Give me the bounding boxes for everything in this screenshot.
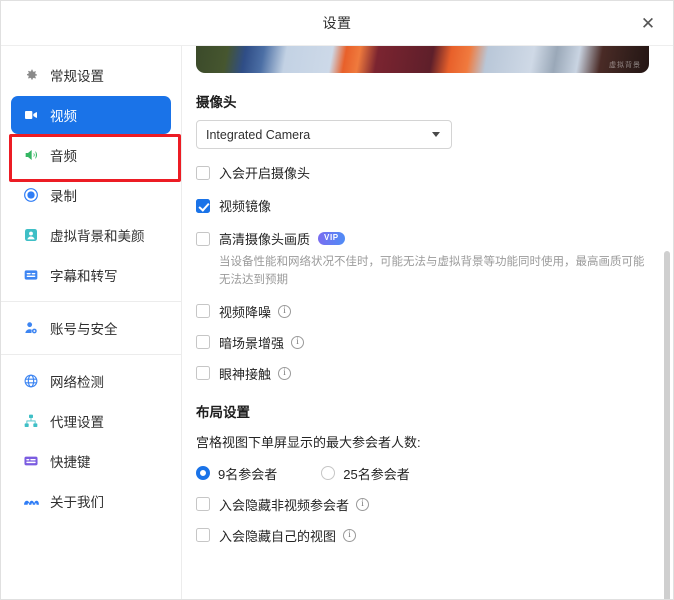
- radio-row-25-participants[interactable]: 25名参会者: [321, 464, 410, 483]
- sidebar-item-label: 虚拟背景和美颜: [50, 229, 145, 244]
- sidebar-item-label: 快捷键: [50, 455, 91, 470]
- checkbox-label: 入会隐藏自己的视图: [219, 528, 337, 544]
- sidebar-item-account-security[interactable]: 账号与安全: [11, 309, 171, 347]
- content-inner: 虚拟背景 摄像头 Integrated Camera 入会开启摄像头 视频镜像: [182, 46, 673, 545]
- record-icon: [22, 186, 40, 204]
- radio-label: 9名参会者: [218, 466, 278, 482]
- participants-radio-group: 9名参会者 25名参会者: [196, 464, 673, 483]
- checkbox-label: 高清摄像头画质: [219, 232, 311, 247]
- checkbox-label: 眼神接触: [219, 366, 272, 382]
- video-camera-icon: [22, 106, 40, 124]
- sidebar-item-video[interactable]: 视频: [11, 96, 171, 134]
- sidebar-item-captions[interactable]: 字幕和转写: [11, 256, 171, 294]
- layout-section-title: 布局设置: [196, 404, 250, 420]
- proxy-icon: [22, 412, 40, 430]
- checkbox-row-autostart-camera[interactable]: 入会开启摄像头: [196, 163, 673, 182]
- sidebar-item-general[interactable]: 常规设置: [11, 56, 171, 94]
- checkbox-hd-quality[interactable]: [196, 231, 210, 246]
- sidebar-item-network-test[interactable]: 网络检测: [11, 362, 171, 400]
- speaker-icon: [22, 146, 40, 164]
- about-logo-icon: [22, 492, 40, 510]
- checkbox-row-hd-quality[interactable]: 高清摄像头画质 VIP: [196, 229, 673, 248]
- camera-preview: 虚拟背景: [196, 46, 649, 73]
- checkbox-label: 视频镜像: [219, 199, 272, 214]
- sidebar-divider: [1, 301, 181, 302]
- checkbox-eye-contact[interactable]: [196, 366, 210, 381]
- checkbox-mirror-video[interactable]: [196, 198, 210, 213]
- camera-select-value: Integrated Camera: [206, 127, 311, 142]
- checkbox-row-video-denoise[interactable]: 视频降噪 i: [196, 302, 673, 321]
- info-icon[interactable]: i: [343, 528, 357, 542]
- caption-icon: [22, 266, 40, 284]
- info-icon[interactable]: i: [291, 335, 305, 349]
- sidebar-item-label: 字幕和转写: [50, 269, 118, 284]
- sidebar-item-label: 关于我们: [50, 495, 104, 510]
- radio-25-participants[interactable]: [321, 466, 336, 481]
- settings-window: 设置 ✕ 常规设置 视频 音频 录制 虚拟背景和美颜 字幕和转写 账号与安全 网…: [0, 0, 674, 600]
- checkbox-row-hide-self-view[interactable]: 入会隐藏自己的视图 i: [196, 526, 673, 545]
- sidebar-item-label: 常规设置: [50, 69, 104, 84]
- account-security-icon: [22, 319, 40, 337]
- checkbox-row-low-light[interactable]: 暗场景增强 i: [196, 333, 673, 352]
- window-body: 常规设置 视频 音频 录制 虚拟背景和美颜 字幕和转写 账号与安全 网络检测 代…: [1, 46, 673, 599]
- settings-content: 虚拟背景 摄像头 Integrated Camera 入会开启摄像头 视频镜像: [182, 46, 673, 599]
- person-card-icon: [22, 226, 40, 244]
- camera-section-title: 摄像头: [196, 95, 237, 110]
- radio-9-participants[interactable]: [196, 466, 210, 481]
- info-icon[interactable]: i: [278, 366, 292, 380]
- checkbox-hide-non-video[interactable]: [196, 497, 210, 512]
- checkbox-video-denoise[interactable]: [196, 304, 210, 319]
- info-icon[interactable]: i: [356, 497, 370, 511]
- content-scrollbar-thumb[interactable]: [664, 251, 670, 599]
- sidebar-item-virtual-background[interactable]: 虚拟背景和美颜: [11, 216, 171, 254]
- window-titlebar: 设置 ✕: [1, 1, 673, 46]
- sidebar-item-recording[interactable]: 录制: [11, 176, 171, 214]
- window-title: 设置: [322, 15, 352, 31]
- checkbox-row-mirror-video[interactable]: 视频镜像: [196, 196, 673, 215]
- close-icon[interactable]: ✕: [633, 8, 663, 38]
- globe-icon: [22, 372, 40, 390]
- checkbox-label: 视频降噪: [219, 304, 272, 320]
- sidebar-item-about[interactable]: 关于我们: [11, 482, 171, 520]
- sidebar-item-shortcuts[interactable]: 快捷键: [11, 442, 171, 480]
- sidebar-item-label: 代理设置: [50, 415, 104, 430]
- checkbox-low-light[interactable]: [196, 335, 210, 350]
- layout-subtitle: 宫格视图下单屏显示的最大参会者人数:: [196, 434, 421, 450]
- radio-row-9-participants[interactable]: 9名参会者: [196, 464, 277, 483]
- vip-badge: VIP: [318, 231, 345, 246]
- checkbox-label: 入会开启摄像头: [219, 166, 311, 181]
- sidebar-item-label: 音频: [50, 149, 77, 164]
- chevron-down-icon: [432, 132, 440, 137]
- sidebar-item-audio[interactable]: 音频: [11, 136, 171, 174]
- sidebar-divider: [1, 354, 181, 355]
- checkbox-autostart-camera[interactable]: [196, 165, 210, 180]
- checkbox-label: 入会隐藏非视频参会者: [219, 497, 350, 513]
- checkbox-row-eye-contact[interactable]: 眼神接触 i: [196, 364, 673, 383]
- hd-quality-help-text: 当设备性能和网络状况不佳时，可能无法与虚拟背景等功能同时使用，最高画质可能无法达…: [219, 256, 645, 287]
- sidebar-item-label: 录制: [50, 189, 77, 204]
- gear-icon: [22, 66, 40, 84]
- camera-select[interactable]: Integrated Camera: [196, 120, 452, 149]
- sidebar-item-label: 网络检测: [50, 375, 104, 390]
- preview-watermark: 虚拟背景: [609, 62, 641, 69]
- settings-sidebar: 常规设置 视频 音频 录制 虚拟背景和美颜 字幕和转写 账号与安全 网络检测 代…: [1, 46, 182, 599]
- content-scrollbar-track[interactable]: [663, 46, 670, 599]
- checkbox-hide-self-view[interactable]: [196, 528, 210, 543]
- checkbox-label: 暗场景增强: [219, 335, 285, 351]
- keyboard-icon: [22, 452, 40, 470]
- sidebar-item-label: 账号与安全: [50, 322, 118, 337]
- sidebar-item-label: 视频: [50, 109, 77, 124]
- checkbox-row-hide-non-video[interactable]: 入会隐藏非视频参会者 i: [196, 495, 673, 514]
- radio-label: 25名参会者: [343, 466, 410, 482]
- info-icon[interactable]: i: [278, 304, 292, 318]
- sidebar-item-proxy[interactable]: 代理设置: [11, 402, 171, 440]
